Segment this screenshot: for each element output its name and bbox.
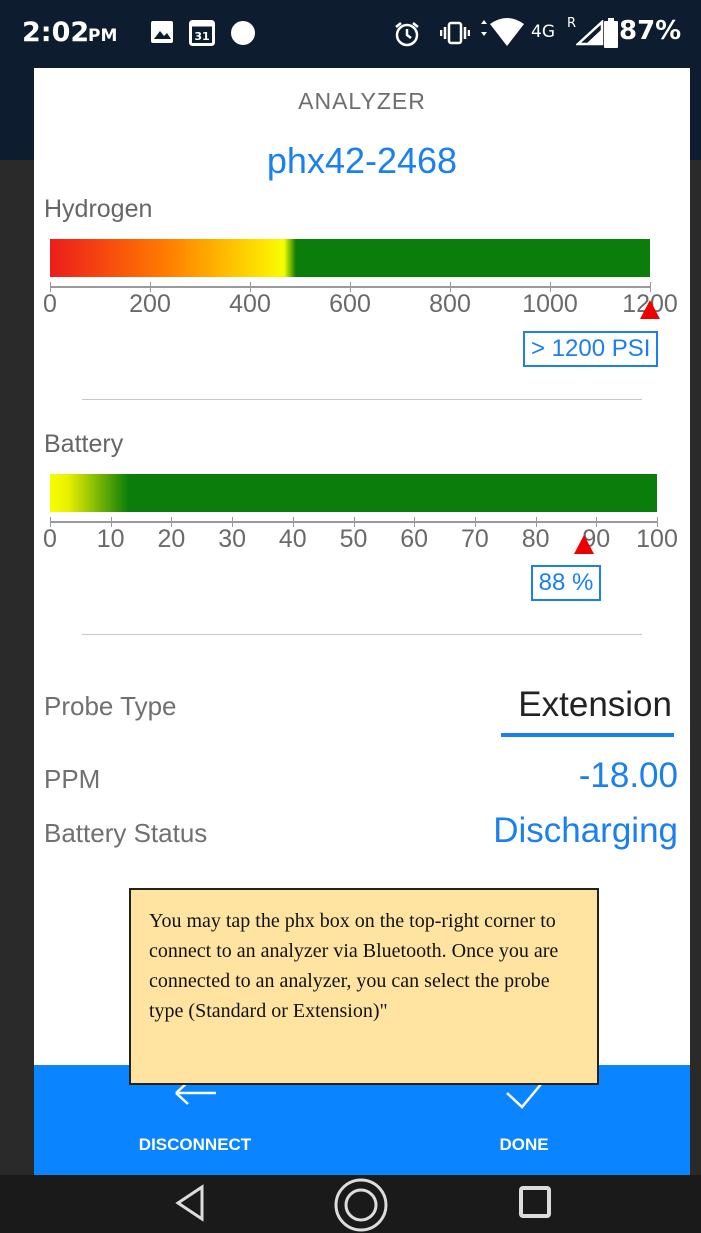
back-icon[interactable] [172,1183,208,1223]
dialog-title: ANALYZER [298,88,426,114]
axis-tick-label: 70 [460,525,489,553]
hydrogen-label: Hydrogen [44,195,153,223]
axis-tick-label: 20 [157,525,186,553]
status-ampm: PM [88,26,118,46]
calendar-day: 31 [194,30,209,43]
alarm-icon [395,22,419,47]
axis-tick-label: 0 [43,525,57,553]
image-icon [151,21,173,43]
battery-marker [574,535,595,554]
axis-tick-label: 0 [43,290,57,318]
status-bar: 2:02 PM 31 4G R 87% [0,0,701,68]
axis-tick-label: 600 [329,290,371,318]
axis-tick-label: 60 [400,525,429,553]
hydrogen-reading-box: > 1200 PSI [523,331,659,367]
ppm-label: PPM [44,764,101,794]
home-icon[interactable] [333,1177,389,1233]
done-button[interactable]: DONE [479,1073,569,1155]
axis-tick-label: 40 [278,525,307,553]
status-time: 2:02 [22,17,90,48]
axis-tick-label: 30 [218,525,246,553]
help-tooltip: You may tap the phx box on the top-right… [129,888,599,1085]
battery-status-value: Discharging [493,811,678,850]
signal-icon [576,20,604,46]
system-nav-bar [0,1175,701,1233]
axis-tick-label: 10 [96,525,125,553]
roaming-indicator: R [567,16,577,31]
device-id-link[interactable]: phx42-2468 [34,140,690,182]
network-type: 4G [531,22,555,42]
battery-icon [604,18,618,48]
probe-type-label: Probe Type [44,691,177,721]
done-label: DONE [499,1135,549,1154]
vibrate-icon [440,21,470,45]
divider [82,399,642,400]
probe-type-underline [501,733,674,737]
disconnect-label: DISCONNECT [138,1135,252,1154]
axis-tick-label: 1000 [522,290,578,318]
hydrogen-level-bar [50,239,650,277]
battery-percent: 87% [619,16,682,46]
hydrogen-marker [640,300,660,319]
ppm-value: -18.00 [578,756,678,795]
battery-level-bar [50,474,657,512]
battery-status-label: Battery Status [44,818,208,848]
axis-tick-label: 800 [429,290,471,318]
probe-type-selector[interactable]: Extension [518,685,672,725]
divider [82,634,642,635]
battery-label: Battery [44,430,124,458]
recents-icon[interactable] [518,1185,552,1219]
axis-tick-label: 200 [129,290,171,318]
disconnect-button[interactable]: DISCONNECT [130,1073,260,1155]
calendar-icon: 31 [189,20,215,46]
wifi-icon [481,18,524,46]
axis-tick-label: 400 [229,290,271,318]
axis-tick-label: 50 [339,525,368,553]
axis-tick-label: 100 [636,525,678,553]
axis-tick-label: 80 [521,525,550,553]
circle-dot-icon [231,21,255,45]
battery-reading-box: 88 % [530,565,602,601]
